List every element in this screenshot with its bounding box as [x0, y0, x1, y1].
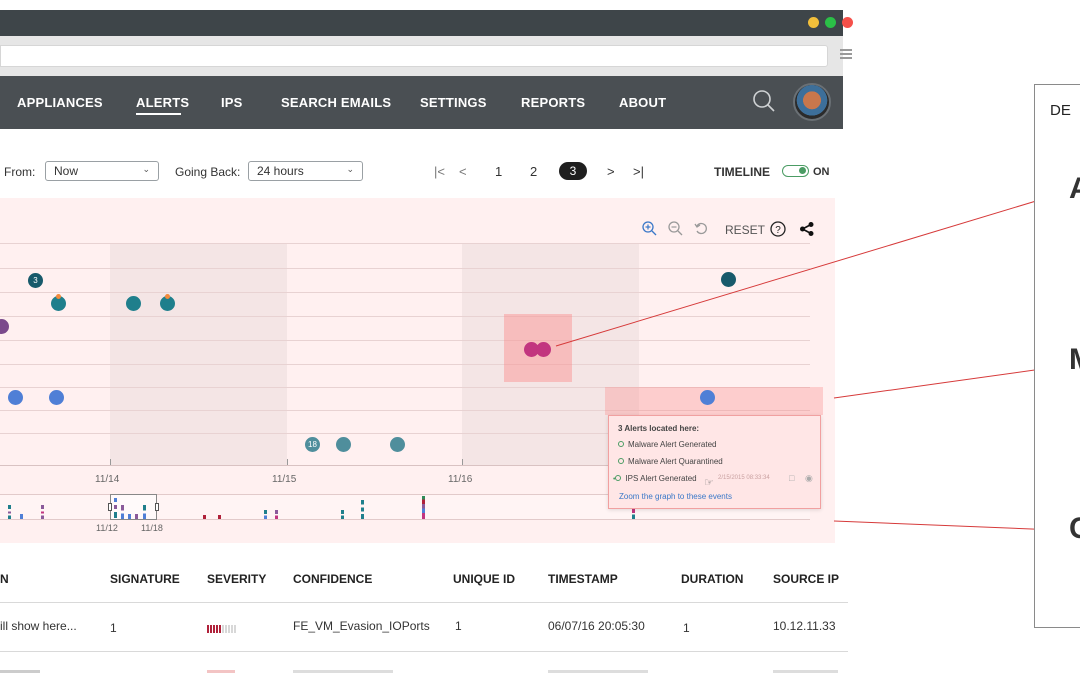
annotation-letter: C [1069, 512, 1080, 545]
annotation-panel: DE A M C [1034, 84, 1080, 628]
annotation-letter: A [1069, 172, 1080, 205]
callout-lines [555, 194, 1057, 531]
annotation-letter: M [1069, 343, 1080, 377]
annotation-title: DE [1050, 102, 1071, 119]
